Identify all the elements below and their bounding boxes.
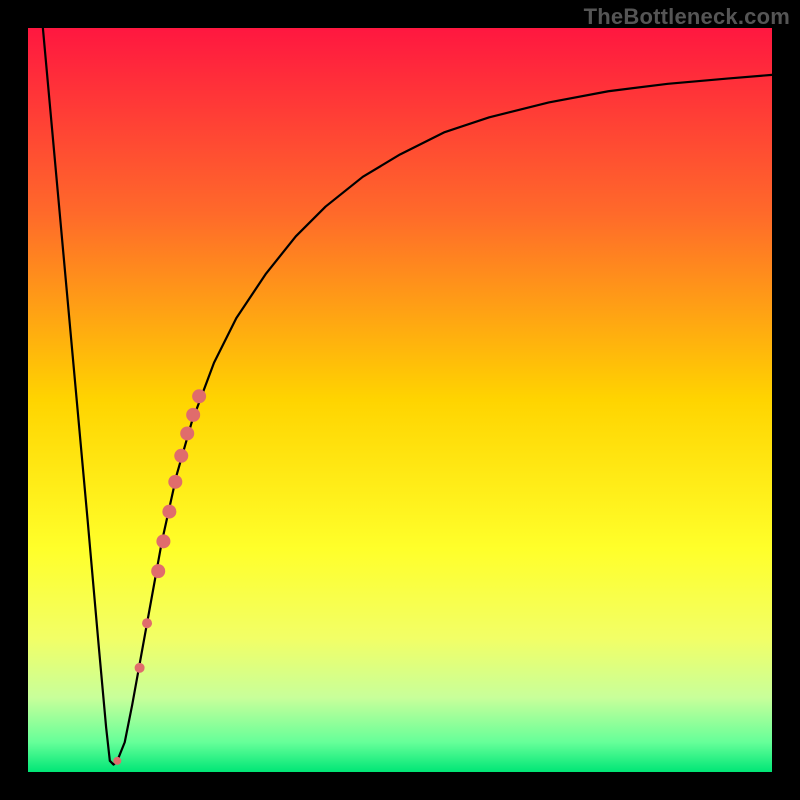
chart-svg xyxy=(28,28,772,772)
marker-point xyxy=(180,426,194,440)
marker-point xyxy=(174,449,188,463)
outer-frame: TheBottleneck.com xyxy=(0,0,800,800)
marker-point xyxy=(186,408,200,422)
marker-point xyxy=(151,564,165,578)
watermark-text: TheBottleneck.com xyxy=(584,4,790,30)
marker-point xyxy=(162,505,176,519)
marker-point xyxy=(168,475,182,489)
marker-point xyxy=(113,757,121,765)
plot-area xyxy=(28,28,772,772)
marker-point xyxy=(135,663,145,673)
marker-point xyxy=(142,618,152,628)
marker-point xyxy=(192,389,206,403)
marker-point xyxy=(156,534,170,548)
